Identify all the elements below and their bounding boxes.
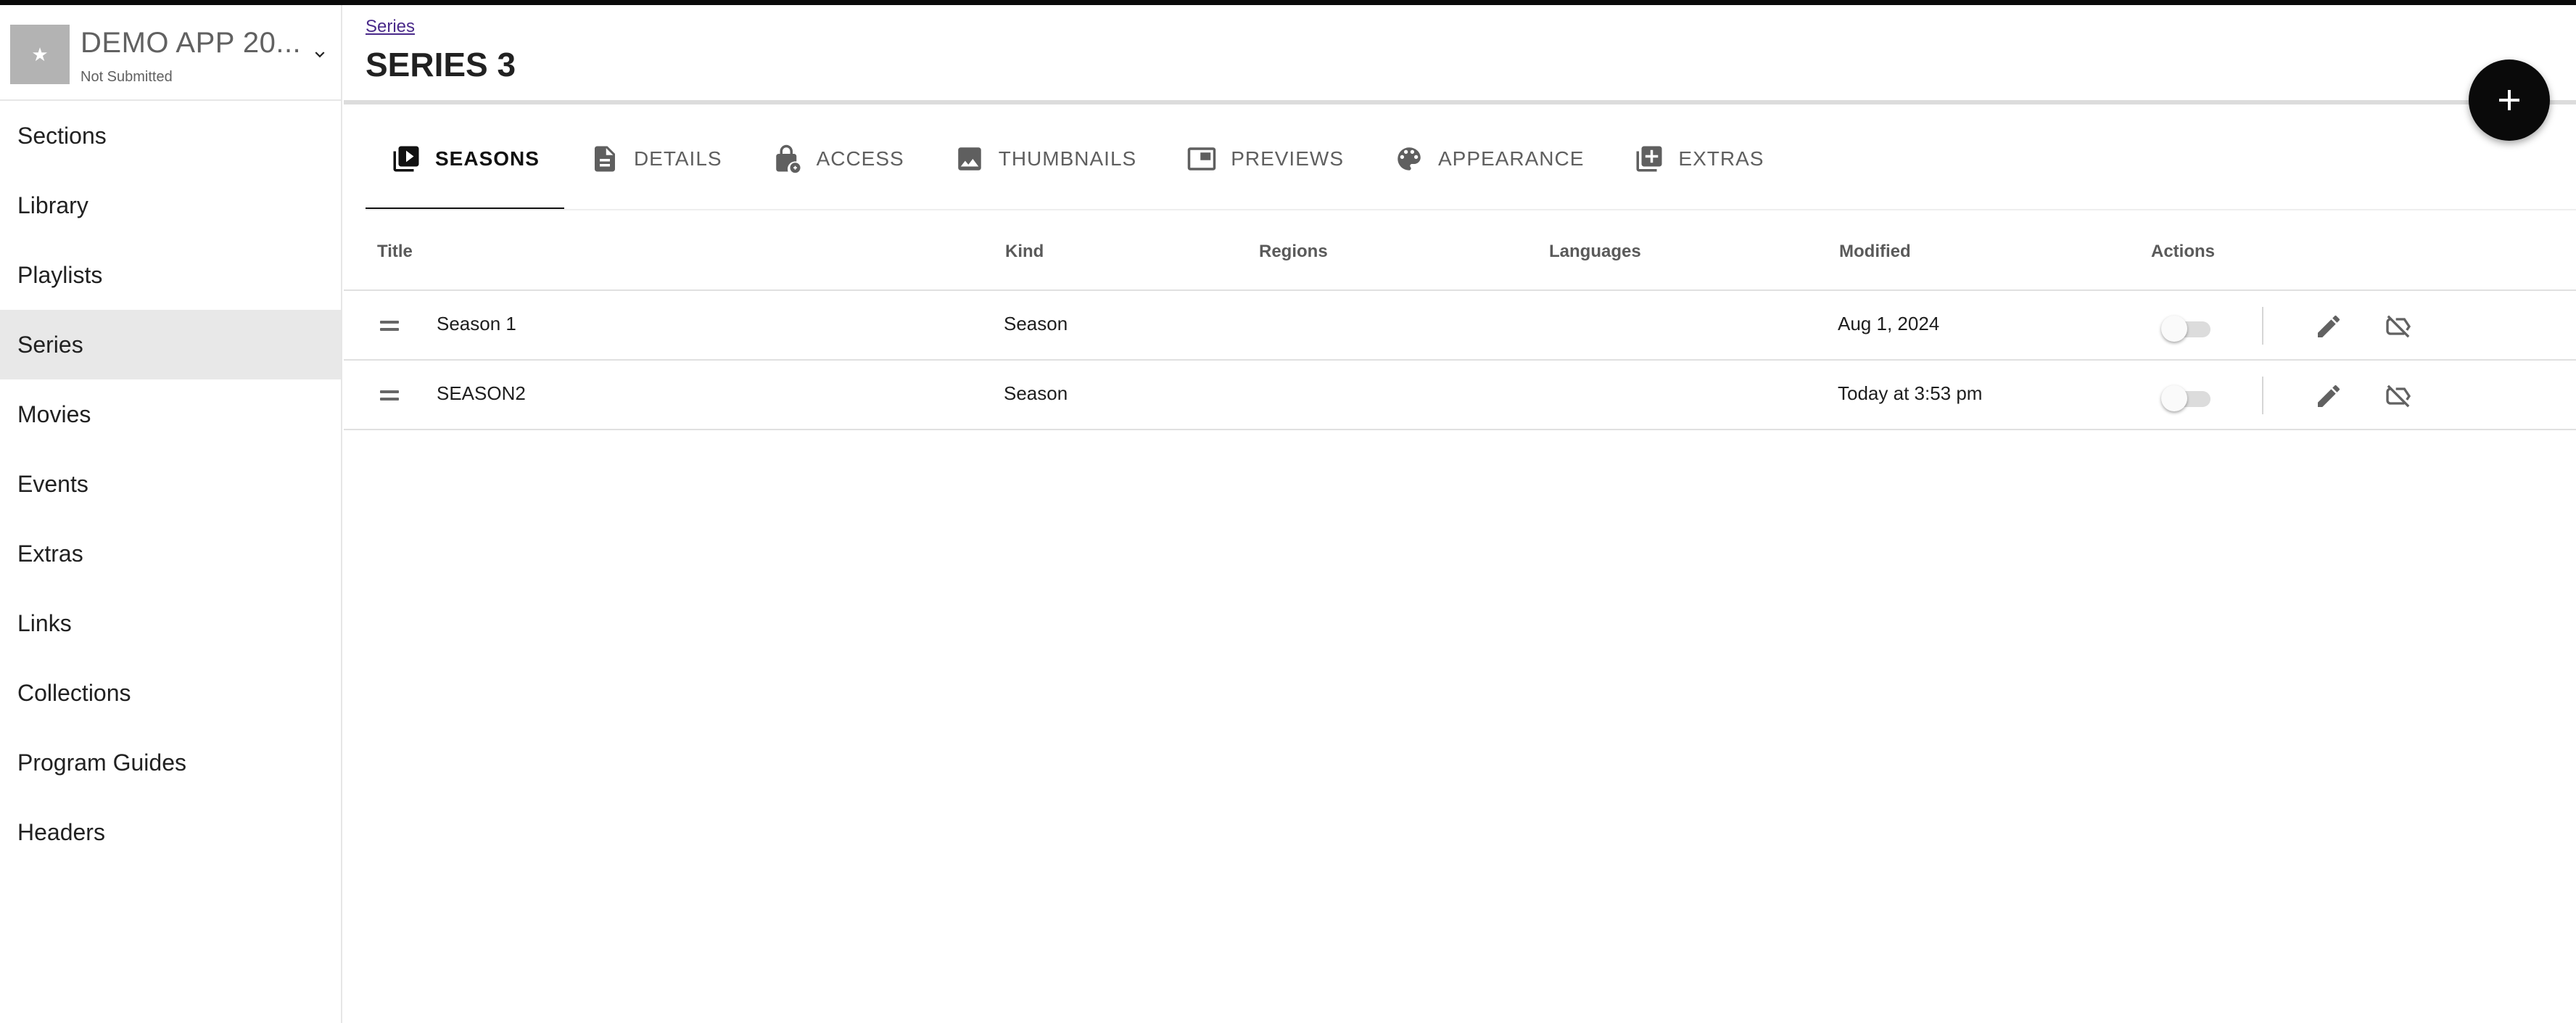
tab-extras[interactable]: EXTRAS [1609,109,1788,209]
tab-bar: SEASONS DETAILS ACCESS THUMBNAILS PREVIE… [366,109,1788,210]
add-button[interactable] [2469,59,2550,141]
tab-access[interactable]: ACCESS [747,109,929,209]
sidebar-item-events[interactable]: Events [0,449,341,519]
divider [2262,307,2263,345]
sidebar-nav: Sections Library Playlists Series Movies… [0,101,341,867]
table-header: Title Kind Regions Languages Modified Ac… [344,211,2576,291]
tab-label: THUMBNAILS [998,147,1137,170]
breadcrumb-series-link[interactable]: Series [366,17,415,37]
tab-label: APPEARANCE [1438,147,1585,170]
drag-handle-icon[interactable] [380,316,399,336]
row-kind: Season [1004,313,1068,334]
row-modified: Today at 3:53 pm [1838,382,1983,404]
column-header-regions[interactable]: Regions [1259,242,1328,262]
row-modified: Aug 1, 2024 [1838,313,1940,334]
tab-label: ACCESS [816,147,904,170]
tab-label: EXTRAS [1678,147,1764,170]
palette-icon [1393,143,1425,175]
column-header-kind[interactable]: Kind [1005,242,1044,262]
enable-toggle[interactable] [2161,314,2210,342]
drag-handle-icon[interactable] [380,385,399,406]
row-title: Season 1 [437,313,516,334]
edit-icon[interactable] [2312,379,2345,413]
label-off-icon[interactable] [2382,379,2415,413]
video-library-icon [390,143,422,175]
document-icon [589,143,621,175]
app-logo: ★ [10,25,70,84]
tab-label: PREVIEWS [1231,147,1344,170]
sidebar-item-playlists[interactable]: Playlists [0,240,341,310]
tab-thumbnails[interactable]: THUMBNAILS [929,109,1161,209]
column-header-modified[interactable]: Modified [1839,242,1911,262]
sidebar-item-collections[interactable]: Collections [0,658,341,728]
sidebar-item-headers[interactable]: Headers [0,797,341,867]
column-header-languages[interactable]: Languages [1549,242,1641,262]
table-row[interactable]: SEASON2 Season Today at 3:53 pm [344,361,2576,430]
sidebar-item-sections[interactable]: Sections [0,101,341,170]
row-title: SEASON2 [437,382,526,404]
chevron-down-icon[interactable] [307,41,333,67]
tab-seasons[interactable]: SEASONS [366,109,564,210]
table-row[interactable]: Season 1 Season Aug 1, 2024 [344,291,2576,361]
image-icon [954,143,986,175]
tab-details[interactable]: DETAILS [564,109,747,209]
column-header-title[interactable]: Title [377,242,413,262]
tab-label: SEASONS [435,147,540,170]
divider [2262,377,2263,414]
enable-toggle[interactable] [2161,384,2210,411]
app-name: DEMO APP 20... [80,27,302,59]
sidebar-item-extras[interactable]: Extras [0,519,341,588]
add-box-icon [1633,143,1665,175]
app-status: Not Submitted [80,69,173,85]
sidebar-item-movies[interactable]: Movies [0,379,341,449]
column-header-actions: Actions [2151,242,2216,261]
tab-label: DETAILS [633,147,722,170]
page-title: SERIES 3 [366,46,516,83]
row-kind: Season [1004,382,1068,404]
edit-icon[interactable] [2312,310,2345,343]
seasons-table: Title Kind Regions Languages Modified Ac… [344,211,2576,430]
sidebar: ★ DEMO APP 20... Not Submitted Sections … [0,5,342,1023]
sidebar-item-links[interactable]: Links [0,588,341,658]
sidebar-item-program-guides[interactable]: Program Guides [0,728,341,797]
divider [366,209,2576,210]
top-border [0,0,2576,5]
preview-icon [1186,143,1218,175]
plus-icon [2499,90,2519,110]
main-content: Series SERIES 3 SEASONS DETAILS ACCESS T… [344,5,2576,1023]
tab-appearance[interactable]: APPEARANCE [1368,109,1609,209]
app-switcher[interactable]: ★ DEMO APP 20... Not Submitted [0,5,341,101]
lock-icon [772,143,804,175]
page-header: Series SERIES 3 [344,5,2576,104]
star-icon: ★ [31,43,49,65]
tab-previews[interactable]: PREVIEWS [1161,109,1368,209]
sidebar-item-library[interactable]: Library [0,170,341,240]
sidebar-item-series[interactable]: Series [0,310,341,379]
label-off-icon[interactable] [2382,310,2415,343]
